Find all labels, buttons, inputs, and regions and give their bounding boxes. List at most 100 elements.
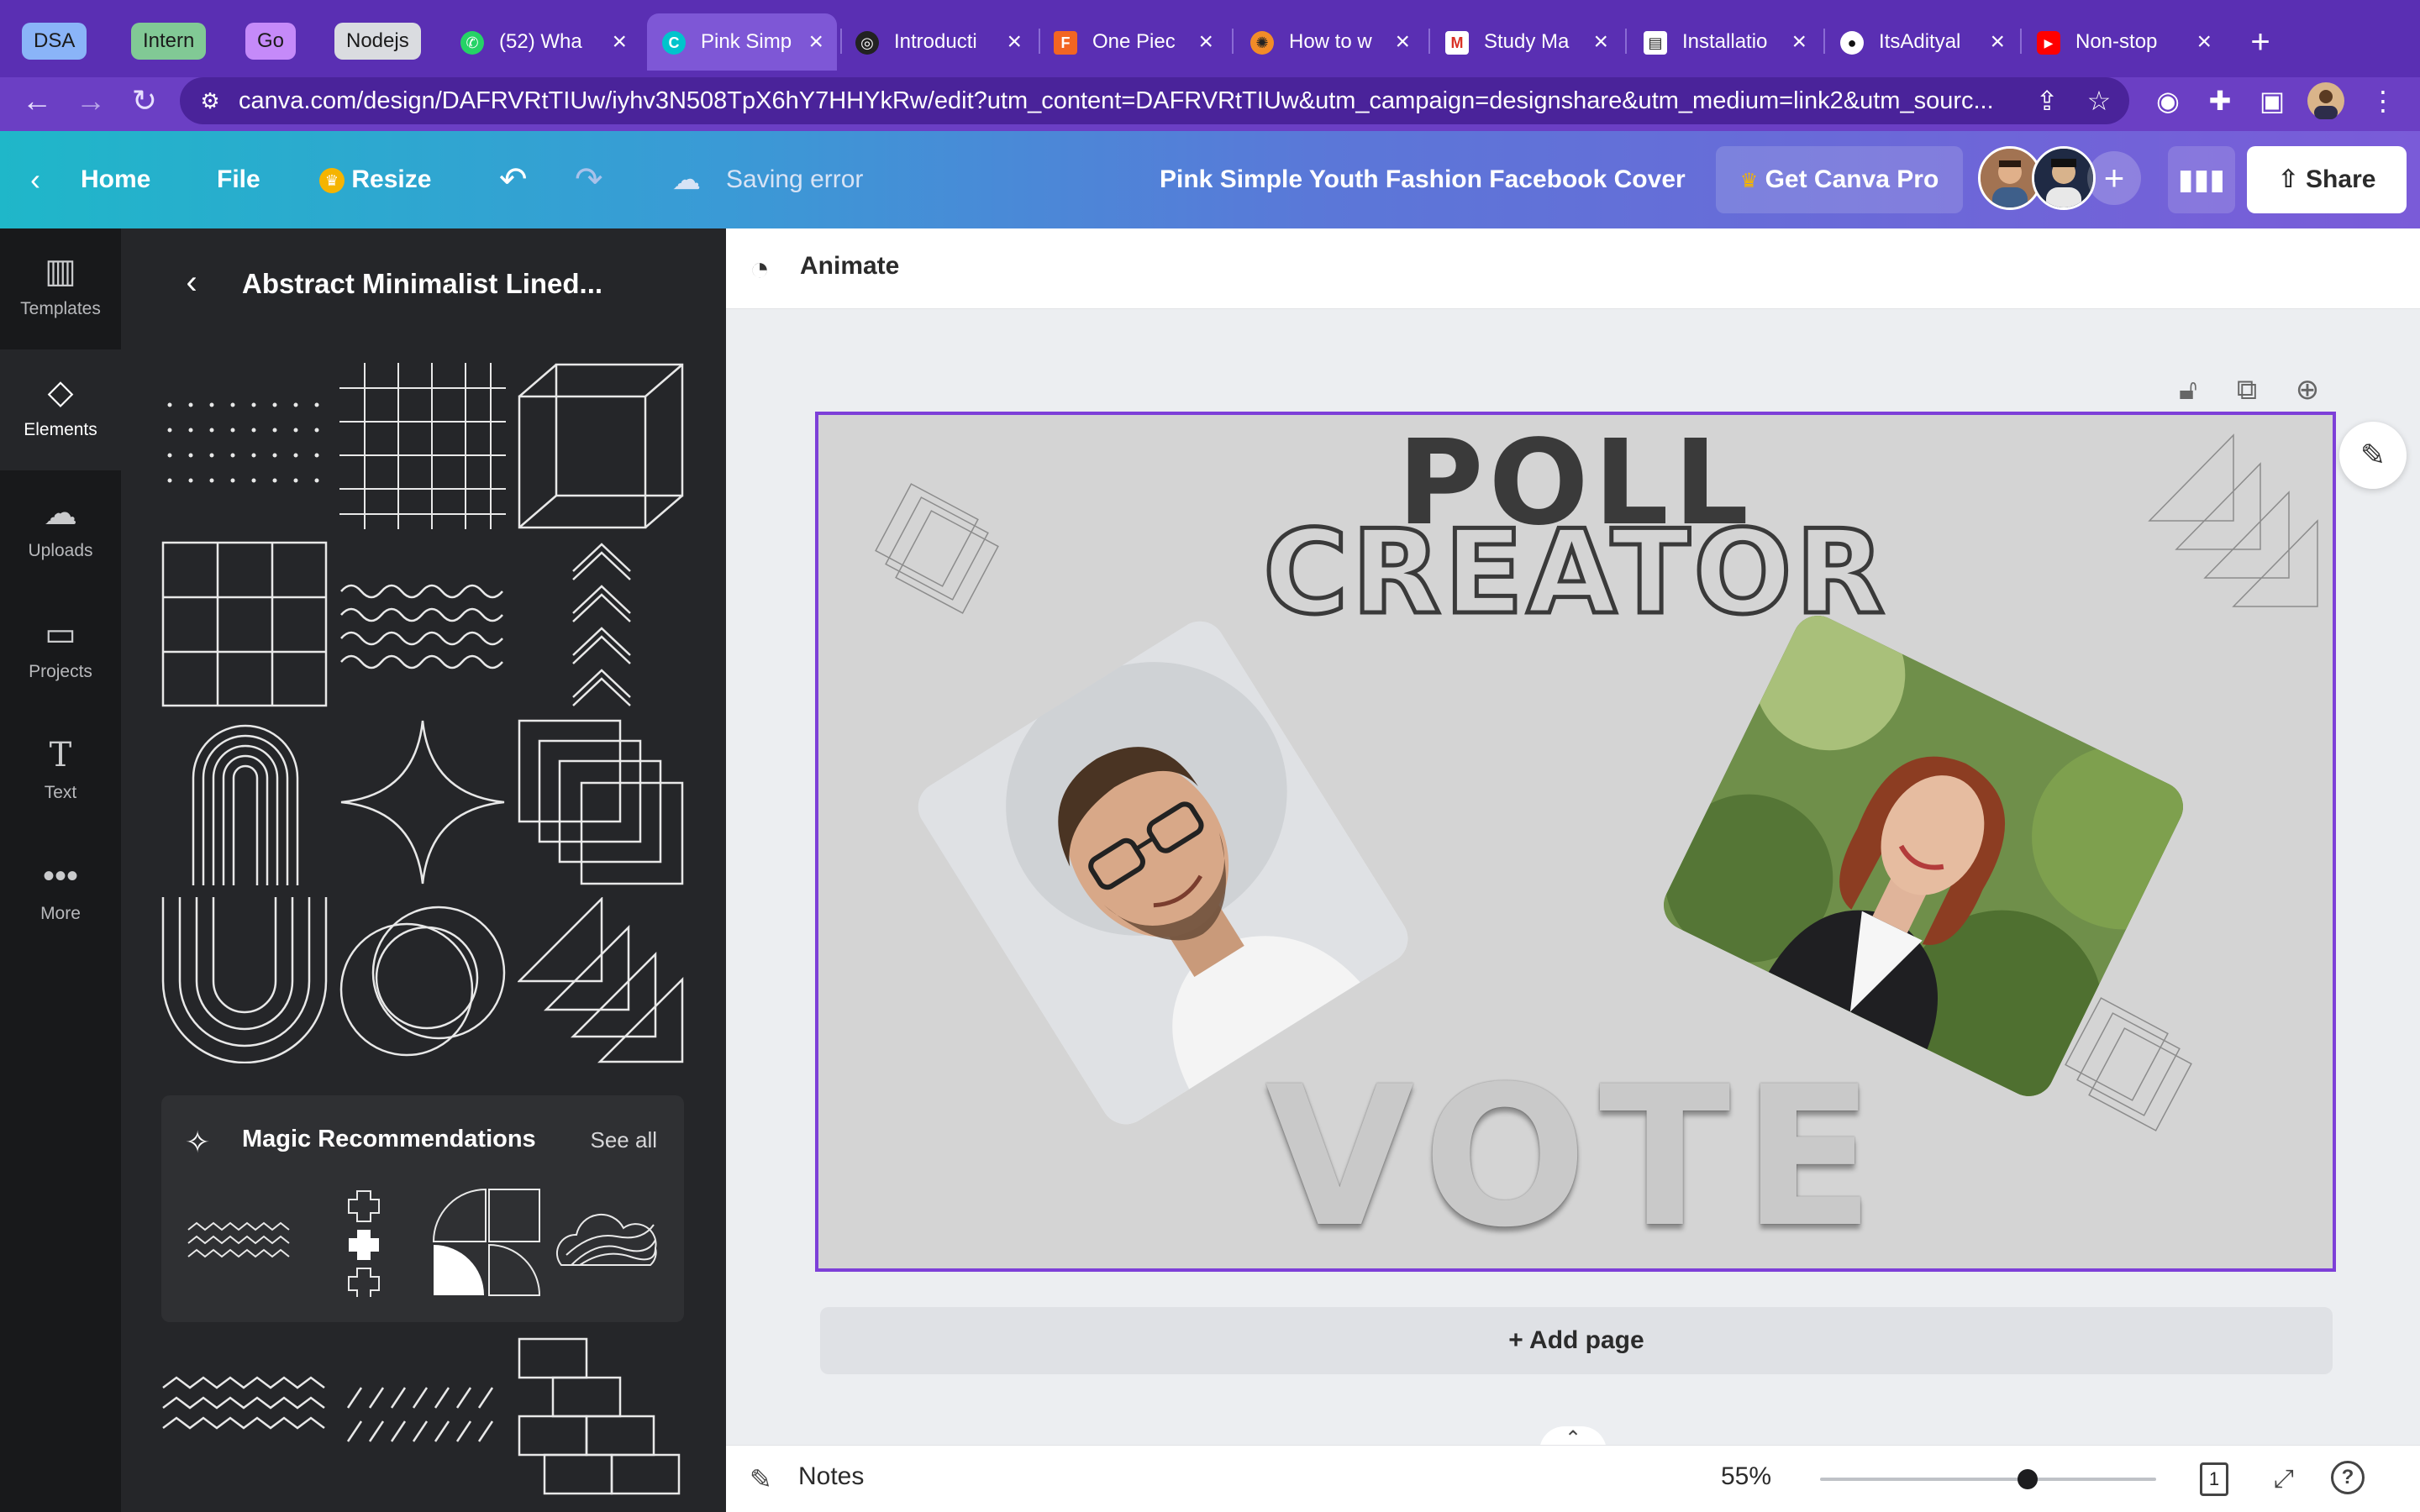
heading-creator[interactable]: CREATOR <box>818 512 2333 633</box>
extensions-puzzle-icon[interactable]: ✚ <box>2196 77 2244 124</box>
tab-how-to[interactable]: ✺ How to w × <box>1250 13 1410 71</box>
tab-group-intern[interactable]: Intern <box>131 23 207 60</box>
sparkle-icon: ✧ <box>185 1125 211 1159</box>
chevron-arrows-element[interactable] <box>518 541 684 707</box>
side-panel-icon[interactable]: ▣ <box>2249 77 2296 124</box>
close-icon[interactable]: × <box>1990 13 2005 71</box>
stacked-triangles-element[interactable] <box>518 897 684 1063</box>
get-canva-pro-button[interactable]: ♛ Get Canva Pro <box>1716 146 1963 213</box>
rail-text[interactable]: T Text <box>0 712 121 833</box>
tab-github[interactable]: ● ItsAdityal × <box>1840 13 2005 71</box>
insights-chart-icon[interactable]: ▮▮▮ <box>2168 146 2235 213</box>
zoom-level[interactable]: 55% <box>1721 1462 1771 1491</box>
tab-one-piece[interactable]: F One Piec × <box>1054 13 1213 71</box>
chevron-left-icon[interactable]: ‹ <box>30 153 40 207</box>
close-icon[interactable]: × <box>1593 13 1608 71</box>
fullscreen-icon[interactable]: ⤢ <box>2265 1461 2302 1498</box>
overlapping-squares-element[interactable] <box>518 719 684 885</box>
add-page-icon[interactable]: ⊕ <box>2287 370 2328 410</box>
brick-pattern-element[interactable] <box>518 1337 684 1504</box>
heading-vote[interactable]: VOTE <box>818 1062 2333 1255</box>
close-icon[interactable]: × <box>612 13 627 71</box>
reload-icon[interactable]: ↻ <box>121 77 168 124</box>
animate-icon[interactable]: ◔ <box>750 249 790 289</box>
collaborator-avatar[interactable] <box>2032 146 2096 210</box>
zoom-slider-knob[interactable] <box>2017 1469 2038 1489</box>
forward-icon[interactable]: → <box>67 77 114 124</box>
rail-label: Projects <box>29 662 92 681</box>
wavy-lines-element[interactable] <box>339 541 506 707</box>
overlapping-circles-element[interactable] <box>339 897 506 1063</box>
tab-group-nodejs[interactable]: Nodejs <box>334 23 421 60</box>
side-rail: ▥ Templates ◇ Elements ☁ Uploads ▭ Proje… <box>0 228 121 1512</box>
tab-canva[interactable]: C Pink Simp × <box>647 13 837 71</box>
plus-shapes-element[interactable] <box>309 1188 418 1297</box>
invite-collaborator-button[interactable]: + <box>2087 151 2141 205</box>
profile-avatar[interactable] <box>2302 77 2349 124</box>
home-button[interactable]: Home <box>81 153 150 207</box>
close-icon[interactable]: × <box>1395 13 1410 71</box>
rail-projects[interactable]: ▭ Projects <box>0 591 121 712</box>
duplicate-page-icon[interactable]: ⧉ <box>2227 370 2267 410</box>
resize-button[interactable]: ♛ Resize <box>319 153 431 207</box>
dot-grid-element[interactable] <box>161 363 328 529</box>
u-lines-element[interactable] <box>161 897 328 1063</box>
chevron-left-icon[interactable]: ‹ <box>171 262 212 302</box>
zigzag-lines-element[interactable] <box>187 1188 296 1297</box>
redo-icon[interactable]: ↷ <box>575 153 603 207</box>
diagonal-dashes-element[interactable] <box>339 1337 506 1504</box>
tab-group-go[interactable]: Go <box>245 23 297 60</box>
tab-youtube[interactable]: ▶ Non-stop × <box>2037 13 2212 71</box>
close-icon[interactable]: × <box>808 13 823 71</box>
url-text[interactable]: canva.com/design/DAFRVRtTIUw/iyhv3N508Tp… <box>239 77 2020 124</box>
design-canvas[interactable]: POLL CREATOR VOTE <box>815 412 2336 1272</box>
back-icon[interactable]: ← <box>13 77 60 124</box>
extension-ghost-icon[interactable]: ◉ <box>2144 77 2191 124</box>
zigzag-lines-element[interactable] <box>161 1337 328 1504</box>
tab-installation[interactable]: ▤ Installatio × <box>1644 13 1807 71</box>
site-info-icon[interactable]: ⚙ <box>193 77 227 124</box>
four-point-star-element[interactable] <box>339 719 506 885</box>
share-label: Share <box>2306 165 2376 193</box>
line-grid-element[interactable] <box>339 363 506 529</box>
tab-introduction[interactable]: ◎ Introducti × <box>855 13 1022 71</box>
share-button[interactable]: ⇧ Share <box>2247 146 2407 213</box>
tab-whatsapp[interactable]: ✆ (52) Wha × <box>460 13 627 71</box>
cloud-lines-element[interactable] <box>555 1188 664 1297</box>
notes-icon[interactable]: ✎ <box>750 1461 786 1498</box>
rail-elements[interactable]: ◇ Elements <box>0 349 121 470</box>
tab-group-dsa[interactable]: DSA <box>22 23 87 60</box>
notes-button[interactable]: Notes <box>798 1462 864 1491</box>
wire-cube-element[interactable] <box>518 363 684 529</box>
page-count[interactable]: 1 <box>2200 1462 2228 1496</box>
editor-area: ◔ Animate 🔓︎ ⧉ ⊕ ✎ POLL CREATOR VOTE + A… <box>726 228 2420 1512</box>
add-comment-icon[interactable]: ✎ <box>2339 422 2407 489</box>
share-page-icon[interactable]: ⇪ <box>2023 77 2070 124</box>
whatsapp-icon: ✆ <box>460 31 484 55</box>
close-icon[interactable]: × <box>1198 13 1213 71</box>
animate-button[interactable]: Animate <box>800 252 899 281</box>
undo-icon[interactable]: ↶ <box>499 153 528 207</box>
tab-title: Introducti <box>894 30 977 53</box>
rail-uploads[interactable]: ☁ Uploads <box>0 470 121 591</box>
close-icon[interactable]: × <box>2196 13 2212 71</box>
magic-recommendations-title: Magic Recommendations <box>242 1126 536 1152</box>
bookmark-star-icon[interactable]: ☆ <box>2075 77 2123 124</box>
arch-lines-element[interactable] <box>161 719 328 885</box>
close-icon[interactable]: × <box>1007 13 1022 71</box>
add-page-button[interactable]: + Add page <box>820 1307 2333 1374</box>
lock-icon[interactable]: 🔓︎ <box>2168 370 2208 410</box>
file-menu-button[interactable]: File <box>217 153 260 207</box>
close-icon[interactable]: × <box>1791 13 1807 71</box>
new-tab-button[interactable]: + <box>2235 13 2286 71</box>
geometric-quarters-element[interactable] <box>432 1188 541 1297</box>
browser-menu-icon[interactable]: ⋮ <box>2360 77 2407 124</box>
square-grid-element[interactable] <box>161 541 328 707</box>
github-icon: ● <box>1840 31 1864 55</box>
see-all-link[interactable]: See all <box>591 1127 658 1153</box>
rail-more[interactable]: ••• More <box>0 833 121 954</box>
tab-study-material[interactable]: M Study Ma × <box>1445 13 1608 71</box>
help-icon[interactable]: ? <box>2331 1461 2365 1494</box>
zoom-slider[interactable] <box>1820 1478 2156 1481</box>
rail-templates[interactable]: ▥ Templates <box>0 228 121 349</box>
